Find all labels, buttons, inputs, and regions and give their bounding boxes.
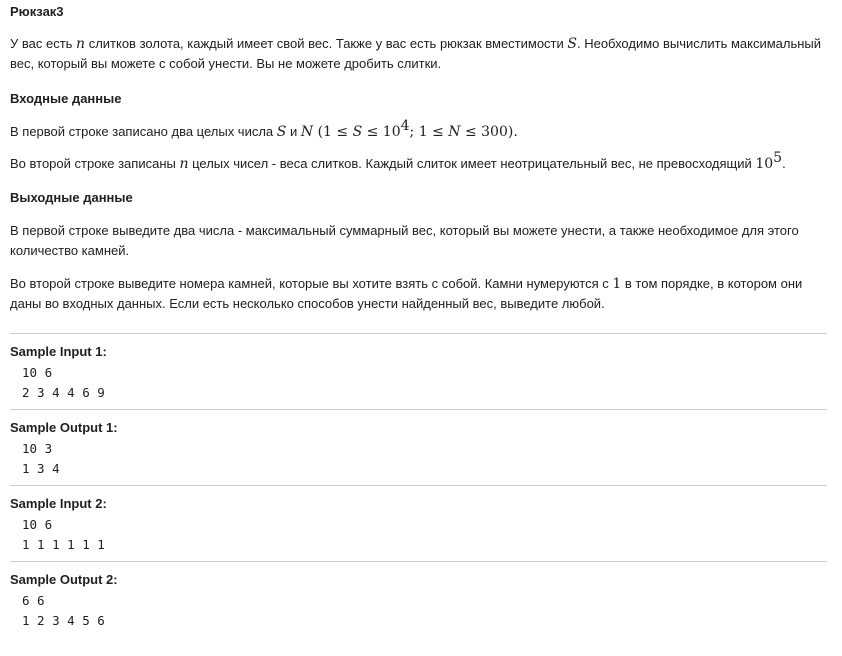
sample-output-2-title: Sample Output 2:: [10, 572, 118, 587]
sample-block: Sample Input 2: 10 6 1 1 1 1 1 1: [10, 486, 827, 555]
sample-input-1-line-2[interactable]: 2 3 4 4 6 9: [10, 383, 827, 403]
sample-output-2-line-1[interactable]: 6 6: [10, 591, 827, 611]
problem-page: Рюкзак3 У вас есть n слитков золота, каж…: [0, 0, 842, 631]
sample-block: Sample Output 1: 10 3 1 3 4: [10, 410, 827, 479]
sample-output-1-line-1[interactable]: 10 3: [10, 439, 827, 459]
var-S: S: [567, 36, 577, 52]
sample-input-2-line-2[interactable]: 1 1 1 1 1 1: [10, 535, 827, 555]
sample-output-1-line-2[interactable]: 1 3 4: [10, 459, 827, 479]
sample-input-1-line-1[interactable]: 10 6: [10, 363, 827, 383]
sample-input-2-title: Sample Input 2:: [10, 496, 107, 511]
input-heading: Входные данные: [10, 91, 122, 106]
sample-input-1-title: Sample Input 1:: [10, 344, 107, 359]
output-line-2: Во второй строке выведите номера камней,…: [10, 276, 803, 311]
sample-block: Sample Output 2: 6 6 1 2 3 4 5 6: [10, 562, 827, 631]
output-heading: Выходные данные: [10, 190, 133, 205]
problem-statement: У вас есть n слитков золота, каждый имее…: [10, 36, 822, 71]
problem-title: Рюкзак3: [10, 4, 64, 19]
var-n: n: [76, 36, 86, 52]
sample-input-2-line-1[interactable]: 10 6: [10, 515, 827, 535]
input-line-1: В первой строке записано два целых числа…: [10, 118, 518, 140]
output-line-1: В первой строке выведите два числа - мак…: [10, 223, 799, 258]
sample-output-1-title: Sample Output 1:: [10, 420, 118, 435]
sample-output-2-line-2[interactable]: 1 2 3 4 5 6: [10, 611, 827, 631]
sample-block: Sample Input 1: 10 6 2 3 4 4 6 9: [10, 334, 827, 403]
input-line-2: Во второй строке записаны n целых чисел …: [10, 150, 786, 172]
